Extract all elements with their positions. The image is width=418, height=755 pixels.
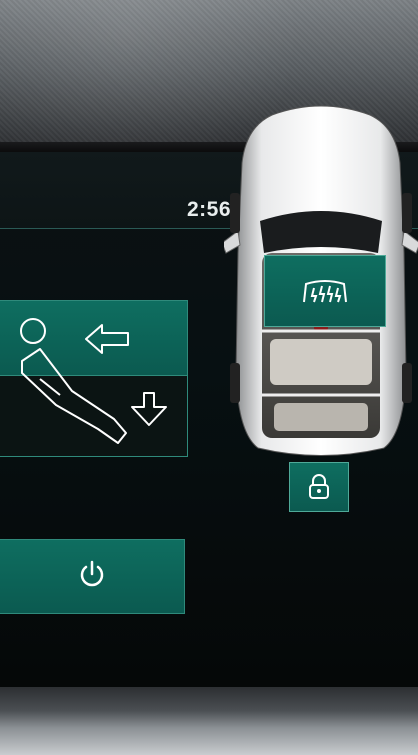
seat-control-panel [0,300,188,457]
seat-graphic [20,318,167,444]
dashboard-trim-bottom [0,687,418,755]
arrow-down-icon [131,392,167,426]
lock-icon [309,474,329,499]
seat-outline-icon [21,348,127,444]
rear-defrost-icon [303,280,347,303]
rear-defrost-button[interactable] [264,255,386,327]
power-icon [80,560,104,587]
seat-head-icon [20,318,46,344]
door-lock-button[interactable] [289,462,349,512]
arrow-left-icon [85,324,129,354]
power-button[interactable] [0,539,185,614]
